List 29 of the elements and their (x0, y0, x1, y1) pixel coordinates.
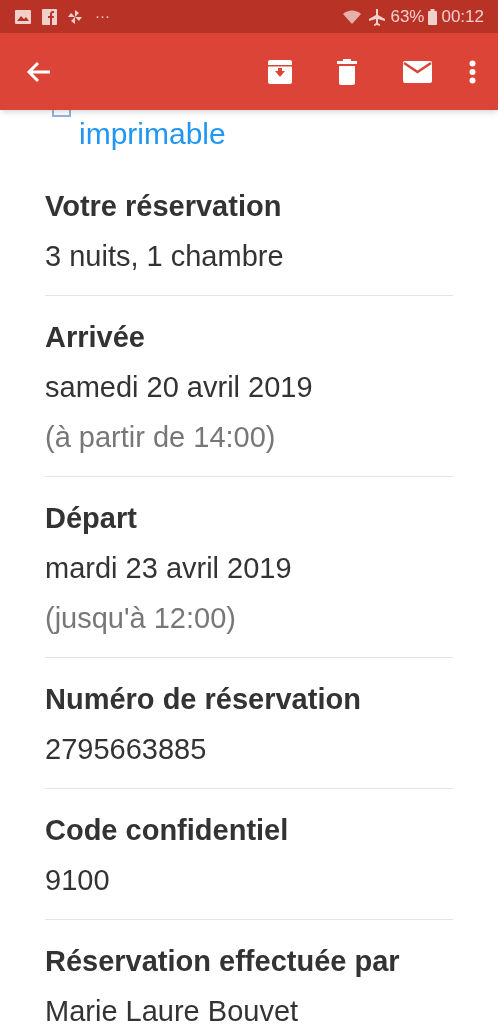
facebook-icon (42, 8, 57, 25)
imprimable-link[interactable]: imprimable (79, 117, 453, 151)
detail-value: Marie Laure Bouvet (45, 994, 300, 1024)
battery-icon (428, 8, 438, 25)
pinwheel-icon (67, 8, 83, 25)
more-options-button[interactable] (468, 58, 476, 85)
battery-percentage: 63% (390, 5, 425, 28)
time-note: (à partir de 14:00) (45, 420, 277, 455)
clock: 00:12 (441, 5, 484, 28)
archive-button[interactable] (266, 57, 294, 86)
more-notifications: ··· (95, 6, 110, 27)
section-heading: Arrivée (45, 320, 146, 355)
delete-button[interactable] (336, 57, 358, 86)
detail-value: 2795663885 (45, 732, 208, 767)
section-heading: Réservation effectuée par (45, 944, 401, 979)
detail-value: 3 nuits, 1 chambre (45, 239, 285, 274)
section-heading: Code confidentiel (45, 813, 290, 848)
airplane-icon (368, 7, 387, 26)
detail-value: 9100 (45, 863, 111, 898)
section-heading: Numéro de réservation (45, 682, 362, 717)
section-heading: Votre réservation (45, 189, 283, 224)
mail-button[interactable] (402, 59, 432, 84)
detail-value: samedi 20 avril 2019 (45, 370, 314, 405)
document-icon (52, 110, 71, 117)
wifi-icon (342, 8, 363, 25)
image-icon (14, 8, 32, 25)
section-heading: Départ (45, 501, 138, 536)
time-note: (jusqu'à 12:00) (45, 601, 237, 636)
detail-value: mardi 23 avril 2019 (45, 551, 293, 586)
